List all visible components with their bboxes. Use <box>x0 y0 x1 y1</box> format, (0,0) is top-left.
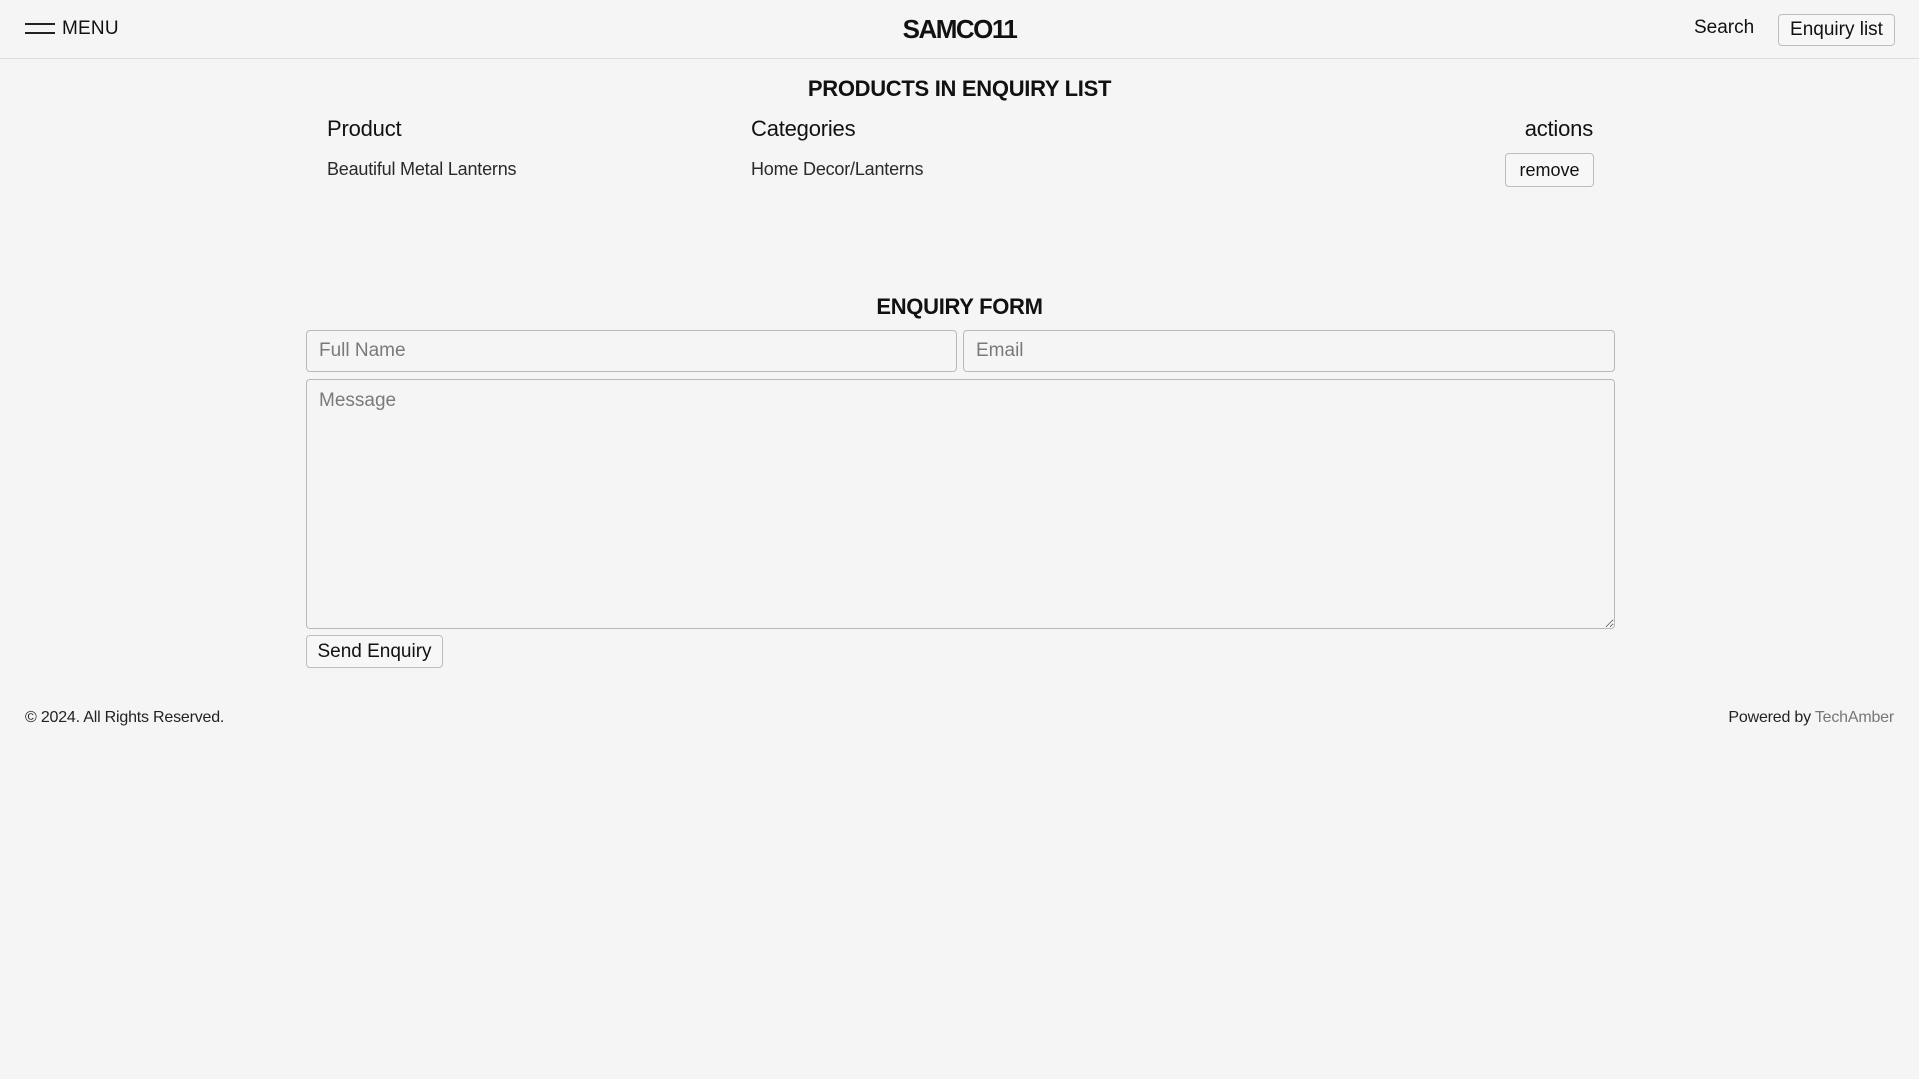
product-category: Home Decor/Lanterns <box>751 159 924 179</box>
copyright-text: © 2024. All Rights Reserved. <box>25 709 225 726</box>
email-input[interactable] <box>963 330 1615 372</box>
enquiry-form-title: ENQUIRY FORM <box>876 294 1043 319</box>
site-logo[interactable]: SAMCO11 <box>903 14 1018 44</box>
menu-label: MENU <box>62 18 119 39</box>
search-link[interactable]: Search <box>1694 17 1754 39</box>
send-enquiry-button[interactable]: Send Enquiry <box>306 635 443 668</box>
column-header-actions: actions <box>1524 116 1594 141</box>
enquiry-list-title: PRODUCTS IN ENQUIRY LIST <box>807 76 1112 101</box>
page: MENU SAMCO11 Search Enquiry list PRODUCT… <box>0 0 1919 1079</box>
product-name: Beautiful Metal Lanterns <box>327 159 517 179</box>
site-header: MENU SAMCO11 Search Enquiry list <box>0 0 1919 59</box>
site-logo-wrapper: SAMCO11 <box>0 14 1919 45</box>
powered-by: Powered by TechAmber <box>1728 709 1894 727</box>
full-name-input[interactable] <box>306 330 957 372</box>
column-header-product: Product <box>327 116 402 141</box>
enquiry-list-button[interactable]: Enquiry list <box>1778 14 1895 46</box>
remove-button[interactable]: remove <box>1505 153 1594 187</box>
menu-button[interactable]: MENU <box>25 16 119 42</box>
message-textarea[interactable] <box>306 379 1615 629</box>
column-header-categories: Categories <box>751 116 856 141</box>
techamber-link[interactable]: TechAmber <box>1815 709 1894 726</box>
powered-by-prefix: Powered by <box>1728 709 1815 726</box>
hamburger-icon <box>25 23 55 35</box>
